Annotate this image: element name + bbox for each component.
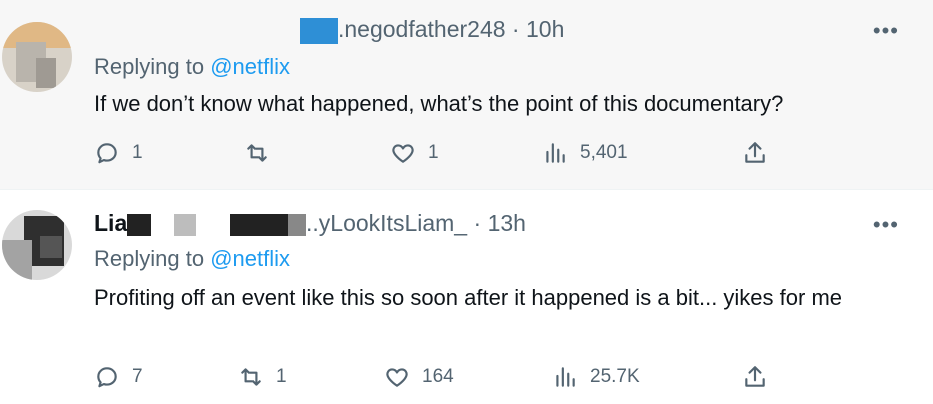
user-handle[interactable]: ..yLookItsLiam_ bbox=[306, 210, 467, 236]
retweet-button[interactable]: 1 bbox=[238, 364, 287, 390]
reply-count: 7 bbox=[132, 366, 143, 387]
redaction-block bbox=[127, 213, 152, 236]
tweet-header: Lia ..yLookItsLiam_ · 13h bbox=[94, 210, 526, 237]
views-icon bbox=[556, 367, 575, 387]
action-bar: 7 1 164 25.7K bbox=[94, 364, 814, 392]
like-button[interactable]: 1 bbox=[390, 140, 439, 166]
reply-button[interactable]: 1 bbox=[94, 140, 143, 166]
replying-handle-link[interactable]: @netflix bbox=[210, 54, 290, 79]
avatar[interactable] bbox=[2, 210, 72, 280]
tweet-1[interactable]: .negodfather248 · 10h ••• Replying to @n… bbox=[0, 0, 933, 190]
retweet-icon bbox=[247, 144, 267, 162]
like-icon bbox=[386, 368, 408, 387]
tweet-header: .negodfather248 · 10h bbox=[300, 16, 564, 44]
more-icon[interactable]: ••• bbox=[873, 18, 899, 44]
view-count: 25.7K bbox=[590, 366, 640, 387]
more-icon[interactable]: ••• bbox=[873, 212, 899, 238]
redaction-block bbox=[173, 213, 196, 236]
separator-dot: · bbox=[505, 16, 526, 42]
like-button[interactable]: 164 bbox=[384, 364, 454, 390]
replying-to: Replying to @netflix bbox=[94, 54, 290, 80]
replying-label: Replying to bbox=[94, 246, 205, 271]
retweet-button[interactable] bbox=[244, 140, 282, 166]
like-icon bbox=[392, 144, 414, 163]
like-count: 164 bbox=[422, 366, 454, 387]
share-button[interactable] bbox=[742, 140, 768, 166]
share-button[interactable] bbox=[742, 364, 768, 390]
tweet-text: Profiting off an event like this so soon… bbox=[94, 285, 842, 310]
replying-label: Replying to bbox=[94, 54, 205, 79]
redaction-block bbox=[230, 213, 289, 236]
like-count: 1 bbox=[428, 142, 439, 163]
views-icon bbox=[546, 143, 565, 163]
avatar[interactable] bbox=[2, 22, 72, 92]
separator-dot: · bbox=[467, 210, 488, 236]
reply-count: 1 bbox=[132, 142, 143, 163]
replying-to: Replying to @netflix bbox=[94, 246, 290, 272]
redaction-block bbox=[300, 17, 338, 44]
reply-icon bbox=[97, 143, 117, 164]
retweet-count: 1 bbox=[276, 366, 287, 387]
reply-button[interactable]: 7 bbox=[94, 364, 143, 390]
reply-icon bbox=[97, 367, 117, 388]
retweet-icon bbox=[241, 368, 261, 386]
share-icon bbox=[745, 366, 765, 387]
share-icon bbox=[745, 142, 765, 163]
views-button[interactable]: 25.7K bbox=[552, 364, 640, 390]
view-count: 5,401 bbox=[580, 142, 628, 163]
replying-handle-link[interactable]: @netflix bbox=[210, 246, 290, 271]
redaction-block bbox=[288, 213, 307, 236]
action-bar: 1 1 5,401 bbox=[94, 140, 814, 168]
tweet-text: If we don’t know what happened, what’s t… bbox=[94, 91, 784, 116]
user-handle[interactable]: .negodfather248 bbox=[338, 16, 506, 42]
display-name[interactable]: Lia bbox=[94, 210, 127, 236]
views-button[interactable]: 5,401 bbox=[542, 140, 628, 166]
timestamp[interactable]: 13h bbox=[488, 210, 526, 236]
timestamp[interactable]: 10h bbox=[526, 16, 564, 42]
